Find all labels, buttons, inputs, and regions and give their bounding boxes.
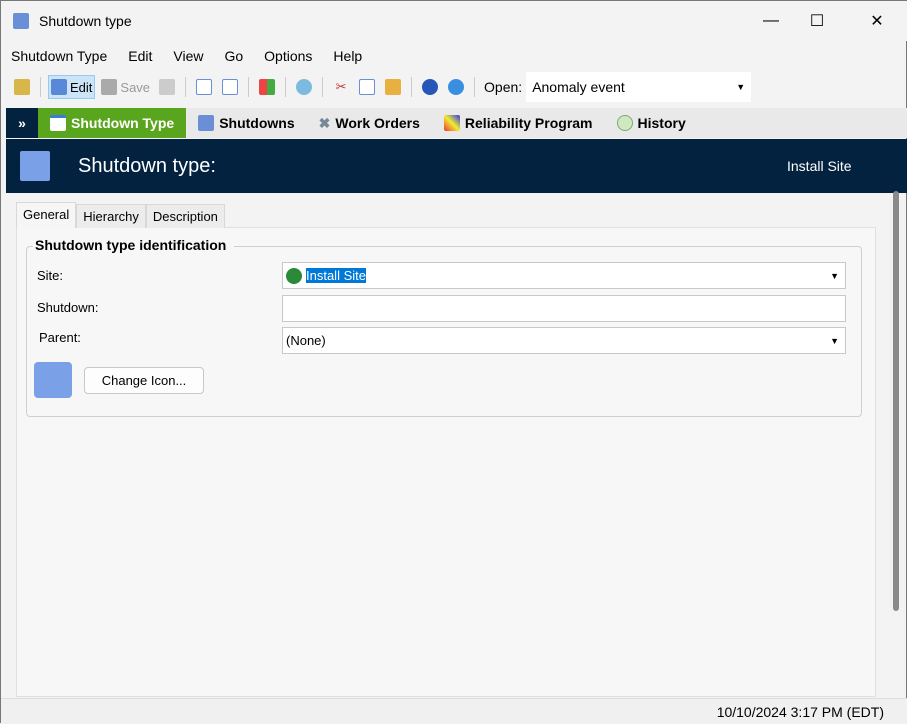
scissors-icon: ✂ — [335, 79, 347, 94]
parent-value: (None) — [286, 333, 326, 348]
chevron-down-icon: ▼ — [830, 270, 839, 281]
edit-button[interactable]: Edit — [48, 75, 96, 99]
info-button[interactable] — [445, 75, 467, 99]
edit-label: Edit — [70, 79, 93, 95]
menu-options[interactable]: Options — [254, 45, 323, 67]
header-site: Install Site — [787, 158, 852, 174]
help-icon — [422, 79, 439, 95]
folder-up-icon — [14, 79, 30, 95]
minimize-button[interactable]: — — [748, 1, 794, 41]
shutdown-label: Shutdown: — [37, 300, 99, 315]
title-bar: Shutdown type — ☐ ✕ — [1, 1, 907, 41]
paste-button[interactable] — [382, 75, 404, 99]
cut-button[interactable]: ✂ — [330, 75, 352, 99]
nav-history[interactable]: History — [605, 108, 698, 138]
app-icon — [13, 13, 29, 29]
copy-doc-button[interactable] — [219, 75, 241, 99]
calendar-icon — [198, 115, 215, 131]
refresh-button[interactable] — [156, 75, 178, 99]
site-select[interactable]: Install Site ▼ — [282, 262, 846, 289]
link-icon — [296, 79, 313, 95]
status-datetime: 10/10/2024 3:17 PM (EDT) — [716, 704, 884, 720]
new-icon — [196, 79, 213, 95]
tools-icon: ✖ — [318, 114, 331, 131]
up-folder-button[interactable] — [11, 75, 33, 99]
open-select[interactable]: Anomaly event ▼ — [526, 72, 752, 102]
info-icon — [448, 79, 465, 95]
paste-icon — [385, 79, 402, 95]
history-icon — [616, 115, 633, 131]
menu-edit[interactable]: Edit — [118, 45, 163, 67]
chevron-down-icon: ▼ — [736, 82, 746, 92]
new-button[interactable] — [193, 75, 215, 99]
maximize-button[interactable]: ☐ — [794, 1, 840, 41]
nav-label: Reliability Program — [464, 115, 593, 131]
nav-label: Work Orders — [335, 115, 420, 131]
scrollbar[interactable] — [893, 191, 899, 611]
nav-reliability-program[interactable]: Reliability Program — [432, 108, 605, 138]
shutdown-type-icon — [20, 151, 50, 181]
nav-label: History — [637, 115, 686, 131]
parent-label: Parent: — [39, 330, 81, 345]
window-title: Shutdown type — [39, 13, 132, 29]
collapse-button[interactable]: » — [6, 108, 38, 138]
windows-icon — [259, 79, 276, 95]
save-icon — [101, 79, 118, 95]
copy-icon — [359, 79, 376, 95]
close-button[interactable]: ✕ — [854, 1, 900, 41]
nav-label: Shutdown Type — [71, 115, 175, 131]
copy-doc-icon — [222, 79, 239, 95]
toolbar: Edit Save ✂ Open: Anomaly event ▼ — [1, 71, 907, 103]
open-label: Open: — [484, 79, 523, 95]
page-header: Shutdown type: Install Site — [6, 139, 907, 193]
nav-work-orders[interactable]: ✖ Work Orders — [307, 108, 432, 138]
shutdown-input[interactable] — [282, 295, 846, 322]
globe-icon — [286, 267, 302, 284]
window-icon — [50, 115, 66, 131]
tab-general[interactable]: General — [16, 202, 77, 228]
change-icon-button[interactable]: Change Icon... — [84, 367, 204, 394]
help-button[interactable] — [419, 75, 441, 99]
nav-shutdown-type[interactable]: Shutdown Type — [38, 108, 187, 138]
menu-help[interactable]: Help — [323, 45, 373, 67]
site-value: Install Site — [306, 268, 366, 283]
page-title: Shutdown type: — [78, 155, 216, 177]
navigation-bar: » Shutdown Type Shutdowns ✖ Work Orders R… — [6, 108, 907, 138]
tab-hierarchy[interactable]: Hierarchy — [76, 204, 146, 228]
copy-button[interactable] — [356, 75, 378, 99]
group-title: Shutdown type identification — [33, 237, 235, 253]
parent-select[interactable]: (None) ▼ — [282, 327, 846, 354]
menu-go[interactable]: Go — [214, 45, 254, 67]
edit-icon — [51, 79, 67, 95]
reliability-icon — [443, 115, 460, 131]
nav-shutdowns[interactable]: Shutdowns — [186, 108, 306, 138]
site-label: Site: — [37, 268, 64, 283]
chevron-down-icon: ▼ — [830, 335, 839, 346]
tab-strip: General Hierarchy Description — [16, 202, 225, 228]
save-label: Save — [120, 79, 151, 95]
menu-bar: Shutdown Type Edit View Go Options Help — [1, 45, 373, 67]
menu-shutdown-type[interactable]: Shutdown Type — [1, 45, 118, 67]
menu-view[interactable]: View — [163, 45, 214, 67]
tab-description[interactable]: Description — [145, 204, 225, 228]
save-button[interactable]: Save — [99, 75, 152, 99]
refresh-icon — [159, 79, 176, 95]
status-bar: 10/10/2024 3:17 PM (EDT) — [1, 698, 907, 724]
open-value: Anomaly event — [532, 79, 625, 95]
nav-label: Shutdowns — [219, 115, 295, 131]
windows-button[interactable] — [256, 75, 278, 99]
link-button[interactable] — [293, 75, 315, 99]
shutdown-type-icon — [34, 362, 72, 398]
